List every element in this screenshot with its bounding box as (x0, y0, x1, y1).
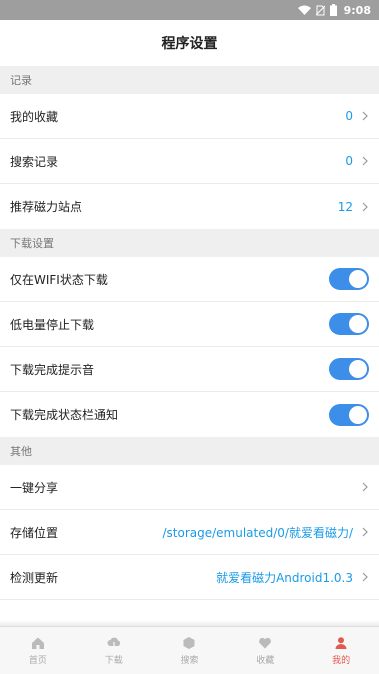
row-label: 下载完成提示音 (10, 362, 95, 377)
row-search-history[interactable]: 搜索记录 0 (0, 139, 379, 184)
toggle-knob (349, 405, 367, 424)
row-label: 检测更新 (10, 570, 59, 585)
hexagon-icon (183, 636, 195, 649)
wifi-icon (297, 5, 311, 15)
heart-icon (259, 637, 272, 648)
chevron-right-icon (362, 202, 368, 211)
row-recommended-sites[interactable]: 推荐磁力站点 12 (0, 184, 379, 229)
chevron-right-icon (362, 572, 368, 582)
toggle-knob (349, 270, 367, 288)
row-storage-location[interactable]: 存储位置 /storage/emulated/0/就爱看磁力/ (0, 510, 379, 555)
complete-notification-toggle[interactable] (329, 403, 369, 426)
chevron-right-icon (362, 482, 368, 492)
row-value: 就爱看磁力Android1.0.3 (216, 570, 353, 585)
row-label: 我的收藏 (10, 109, 59, 124)
tab-download[interactable]: 下载 (76, 627, 152, 674)
row-label: 低电量停止下载 (10, 317, 95, 332)
row-complete-sound: 下载完成提示音 (0, 347, 379, 392)
chevron-right-icon (362, 111, 368, 121)
row-check-update[interactable]: 检测更新 就爱看磁力Android1.0.3 (0, 555, 379, 600)
row-label: 下载完成状态栏通知 (10, 408, 119, 422)
row-share[interactable]: 一键分享 (0, 465, 379, 510)
row-value: 0 (345, 154, 353, 168)
section-header-download: 下载设置 (0, 229, 379, 257)
tab-home[interactable]: 首页 (0, 627, 76, 674)
status-bar: 9:08 (0, 0, 379, 20)
section-header-records: 记录 (0, 66, 379, 94)
bottom-tab-bar: 首页 下载 搜索 收藏 我的 (0, 626, 379, 674)
row-complete-notification: 下载完成状态栏通知 (0, 392, 379, 437)
section-header-other: 其他 (0, 437, 379, 465)
cloud-download-icon (107, 637, 120, 650)
tab-label: 搜索 (180, 655, 199, 666)
tab-mine[interactable]: 我的 (303, 627, 379, 674)
home-icon (31, 637, 44, 649)
row-label: 仅在WIFI状态下载 (10, 272, 108, 287)
battery-icon (329, 4, 337, 16)
toggle-knob (349, 315, 367, 333)
tab-label: 我的 (332, 655, 351, 666)
row-value: /storage/emulated/0/就爱看磁力/ (162, 525, 353, 540)
row-low-battery-stop: 低电量停止下载 (0, 302, 379, 347)
row-wifi-only: 仅在WIFI状态下载 (0, 257, 379, 302)
tab-label: 首页 (28, 655, 47, 666)
row-value: 12 (337, 199, 353, 214)
wifi-only-toggle[interactable] (329, 268, 369, 290)
chevron-right-icon (362, 527, 368, 537)
status-time: 9:08 (343, 3, 371, 17)
chevron-right-icon (362, 156, 368, 166)
tab-search[interactable]: 搜索 (152, 627, 228, 674)
row-label: 搜索记录 (10, 154, 59, 169)
row-my-favorites[interactable]: 我的收藏 0 (0, 94, 379, 139)
row-label: 存储位置 (10, 525, 59, 540)
tab-label: 收藏 (256, 655, 275, 666)
row-label: 一键分享 (10, 480, 59, 495)
tab-favorites[interactable]: 收藏 (227, 627, 303, 674)
page-title: 程序设置 (0, 20, 379, 66)
no-sim-icon (315, 5, 325, 15)
list-filler (0, 600, 379, 622)
row-value: 0 (345, 109, 353, 123)
person-icon (335, 636, 347, 649)
low-battery-toggle[interactable] (329, 313, 369, 335)
toggle-knob (349, 360, 367, 378)
complete-sound-toggle[interactable] (329, 358, 369, 380)
tab-label: 下载 (104, 655, 123, 666)
row-label: 推荐磁力站点 (10, 200, 83, 214)
